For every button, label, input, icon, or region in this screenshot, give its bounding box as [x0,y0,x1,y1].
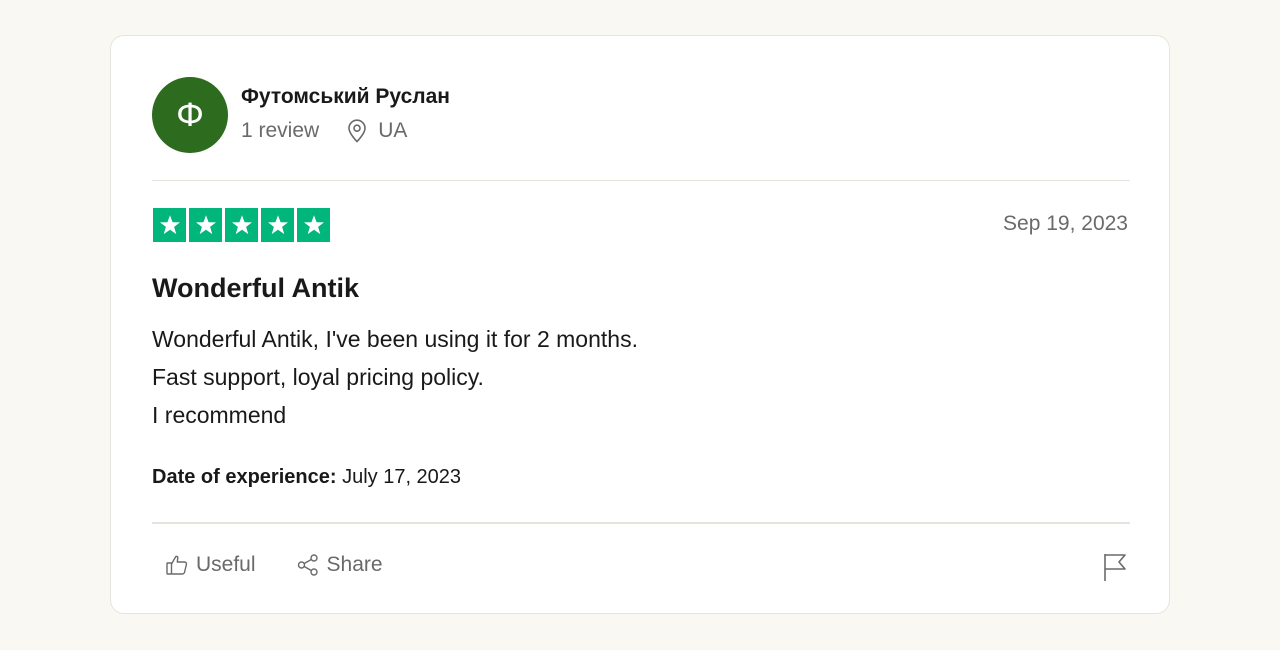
useful-label: Useful [196,553,256,576]
avatar[interactable]: Ф [152,77,228,153]
star-shape [267,215,288,235]
divider [152,522,1130,524]
date-of-experience: Date of experience: July 17, 2023 [152,464,461,490]
consumer-location: UA [346,119,407,143]
review-card: Ф Футомський Руслан 1 review UA Sep 19, … [110,35,1170,614]
star-shape [195,215,216,235]
review-body-line: Wonderful Antik, I've been using it for … [152,326,638,352]
share-label: Share [326,553,383,576]
divider [152,180,1130,181]
location-pin-icon [348,119,367,143]
experience-date: July 17, 2023 [342,466,462,488]
thumbs-up-icon [166,555,188,575]
star-icon [153,208,186,242]
star-shape [159,215,180,235]
consumer-name[interactable]: Футомський Руслан [241,83,450,111]
consumer-header: Ф Футомський Руслан 1 review UA [152,77,450,153]
flag-icon[interactable] [1102,552,1128,582]
country-code: UA [378,119,408,142]
star-icon [261,208,294,242]
star-shape [231,215,252,235]
review-body-line: I recommend [152,402,287,428]
share-button[interactable]: Share [296,552,383,578]
review-body-line: Fast support, loyal pricing policy. [152,364,484,390]
useful-button[interactable]: Useful [165,552,256,578]
star-icon [189,208,222,242]
consumer-meta: 1 review UA [241,119,450,143]
star-icon [297,208,330,242]
star-icon [225,208,258,242]
review-actions: Useful Share [165,552,383,578]
review-count: 1 review [241,119,320,142]
experience-label: Date of experience: [152,466,337,488]
review-body: Wonderful Antik, I've been using it for … [152,320,638,434]
star-rating [153,208,330,242]
review-date: Sep 19, 2023 [1003,212,1128,235]
review-title[interactable]: Wonderful Antik [152,271,359,305]
star-shape [303,215,324,235]
consumer-info: Футомський Руслан 1 review UA [241,85,450,143]
share-icon [297,554,318,576]
